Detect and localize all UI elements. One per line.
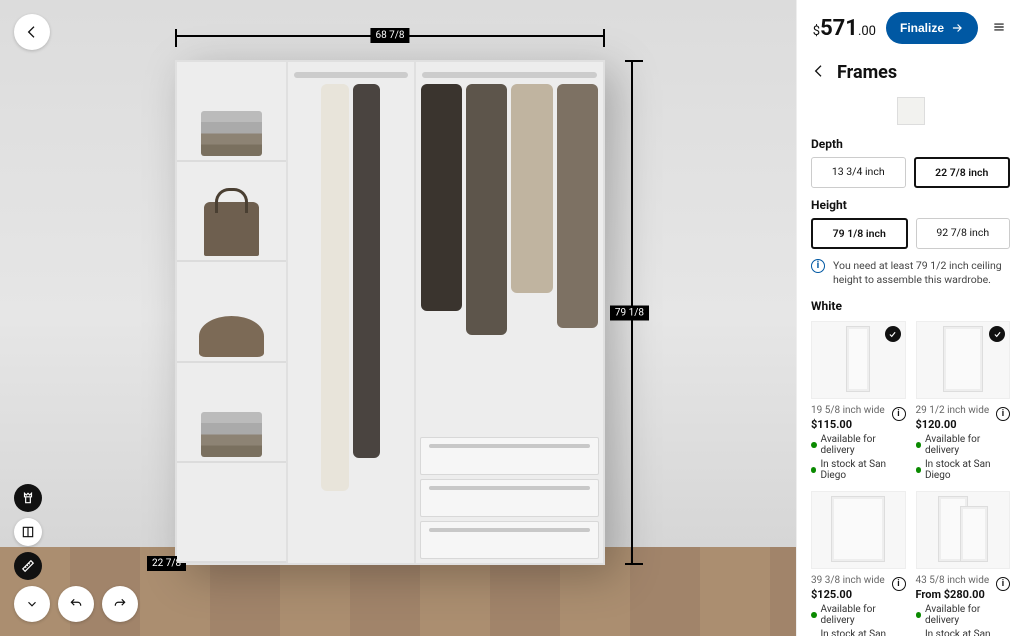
product-info-button[interactable]: i — [892, 407, 906, 421]
dimension-height-label: 79 1/8 — [610, 305, 649, 320]
toggle-clothes-button[interactable] — [14, 484, 42, 512]
product-stock: In stock at San Diego — [811, 459, 906, 481]
toggle-measure-button[interactable] — [14, 552, 42, 580]
frame-product-card[interactable]: 43 5/8 inch wide From $280.00 i Availabl… — [916, 491, 1011, 636]
product-delivery: Available for delivery — [916, 604, 1011, 626]
toggle-doors-button[interactable] — [14, 518, 42, 546]
product-delivery: Available for delivery — [811, 434, 906, 456]
product-delivery: Available for delivery — [916, 434, 1011, 456]
menu-icon — [992, 20, 1006, 34]
ceiling-info-note: i You need at least 79 1/2 inch ceiling … — [797, 259, 1024, 297]
product-stock: In stock at San Diego — [916, 459, 1011, 481]
frame-product-card[interactable]: 39 3/8 inch wide $125.00 i Available for… — [811, 491, 906, 636]
redo-button[interactable] — [102, 586, 138, 622]
color-section-label: White — [797, 297, 1024, 321]
frame-product-card[interactable]: 29 1/2 inch wide $120.00 i Available for… — [916, 321, 1011, 481]
side-panel: $571.00 Finalize Frames Depth 13 3/4 inc… — [796, 0, 1024, 636]
back-button[interactable] — [14, 14, 50, 50]
menu-button[interactable] — [988, 16, 1010, 41]
product-info-button[interactable]: i — [892, 577, 906, 591]
selected-check-icon — [885, 326, 901, 342]
color-swatch[interactable] — [897, 97, 925, 125]
selected-check-icon — [989, 326, 1005, 342]
product-stock: In stock at San Diego — [811, 629, 906, 636]
height-label: Height — [797, 198, 1024, 218]
design-canvas[interactable]: 68 7/8 79 1/8 22 7/8 — [0, 0, 796, 636]
depth-option[interactable]: 22 7/8 inch — [914, 157, 1011, 188]
wardrobe-preview: 68 7/8 79 1/8 22 7/8 — [175, 60, 605, 565]
panel-title: Frames — [837, 62, 897, 83]
info-icon: i — [811, 259, 825, 273]
undo-button[interactable] — [58, 586, 94, 622]
depth-label: Depth — [797, 137, 1024, 157]
dimension-width-label: 68 7/8 — [370, 28, 409, 43]
product-price: $115.00 — [811, 418, 906, 431]
product-delivery: Available for delivery — [811, 604, 906, 626]
finalize-button[interactable]: Finalize — [886, 12, 978, 44]
frame-product-card[interactable]: 19 5/8 inch wide $115.00 i Available for… — [811, 321, 906, 481]
product-price: From $280.00 — [916, 588, 1011, 601]
height-option[interactable]: 79 1/8 inch — [811, 218, 908, 249]
arrow-left-icon — [811, 63, 827, 79]
product-stock: In stock at San Diego — [916, 629, 1011, 636]
arrow-left-icon — [24, 24, 40, 40]
depth-option[interactable]: 13 3/4 inch — [811, 157, 906, 188]
expand-tools-button[interactable] — [14, 586, 50, 622]
total-price: $571.00 — [813, 16, 876, 41]
canvas-tools — [14, 484, 138, 622]
arrow-right-icon — [950, 21, 964, 35]
product-price: $120.00 — [916, 418, 1011, 431]
product-price: $125.00 — [811, 588, 906, 601]
height-option[interactable]: 92 7/8 inch — [916, 218, 1011, 249]
panel-back-button[interactable] — [811, 63, 827, 83]
